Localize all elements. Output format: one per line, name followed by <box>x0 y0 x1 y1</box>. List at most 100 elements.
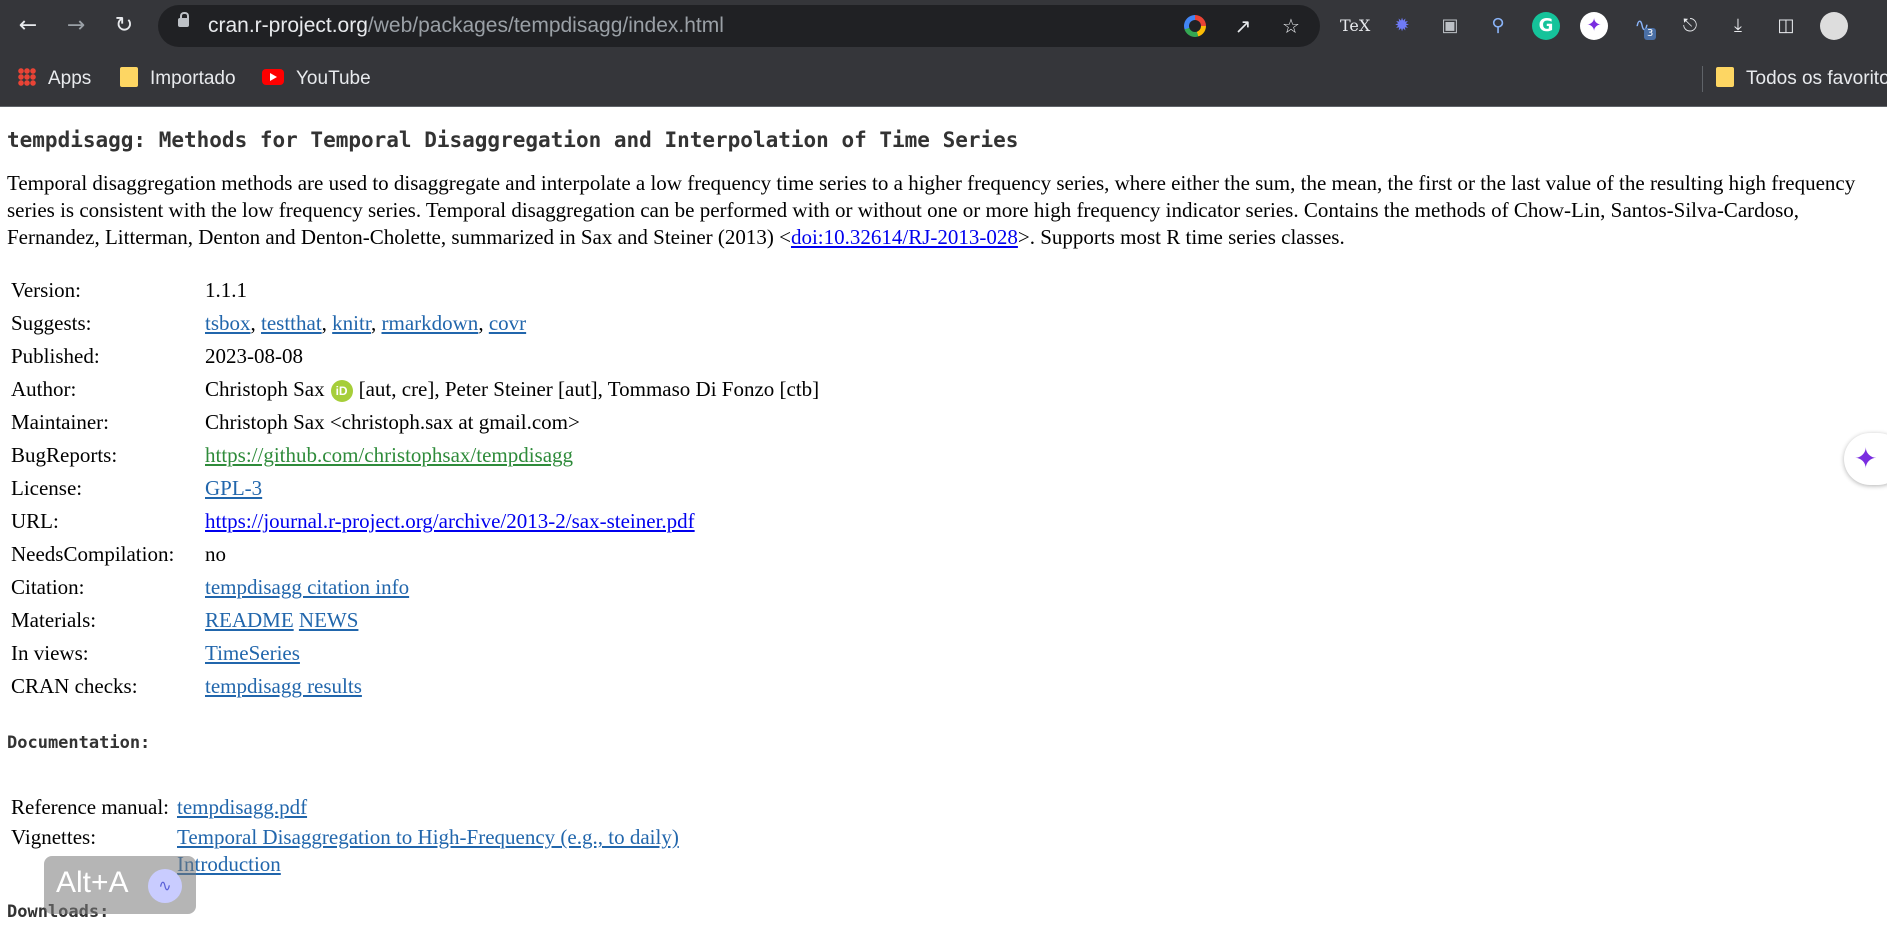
journal-url-link[interactable]: https://journal.r-project.org/archive/20… <box>205 509 695 533</box>
package-info-table: Version: 1.1.1 Suggests: tsbox, testthat,… <box>7 274 823 703</box>
reload-icon[interactable]: ↻ <box>108 10 140 42</box>
bookmark-star-icon[interactable]: ☆ <box>1278 13 1304 39</box>
docs-value: tempdisagg.pdf <box>173 791 683 824</box>
downloads-heading: Downloads: <box>7 902 1885 922</box>
license-link[interactable]: GPL-3 <box>205 476 262 500</box>
suggests-link-knitr[interactable]: knitr <box>332 311 371 335</box>
lock-icon[interactable] <box>178 12 189 27</box>
suggests-link-rmarkdown[interactable]: rmarkdown <box>382 311 479 335</box>
bookmark-label: YouTube <box>296 68 371 89</box>
bugreports-link[interactable]: https://github.com/christophsax/tempdisa… <box>205 443 573 467</box>
profile-avatar[interactable] <box>1820 12 1848 40</box>
info-value: tsbox, testthat, knitr, rmarkdown, covr <box>205 311 527 335</box>
sunburst-extension-icon[interactable]: ✹ <box>1388 12 1416 40</box>
doi-link[interactable]: doi:10.32614/RJ-2013-028 <box>791 225 1018 249</box>
page-title: tempdisagg: Methods for Temporal Disaggr… <box>7 128 1019 152</box>
news-link[interactable]: NEWS <box>299 608 359 632</box>
timeseries-view-link[interactable]: TimeSeries <box>205 641 300 665</box>
bookmark-label: Todos os favoritos <box>1746 68 1887 89</box>
suggests-link-tsbox[interactable]: tsbox <box>205 311 251 335</box>
search-extension-icon[interactable]: ⚲ <box>1484 12 1512 40</box>
info-label: CRAN checks: <box>11 674 138 698</box>
forward-arrow-icon[interactable]: → <box>60 10 92 42</box>
browser-toolbar: ← → ↻ cran.r-project.org/web/packages/te… <box>0 0 1887 52</box>
suggests-link-testthat[interactable]: testthat <box>261 311 322 335</box>
info-value: README NEWS <box>201 604 823 637</box>
bookmarks-divider <box>1702 66 1703 92</box>
citation-link[interactable]: tempdisagg citation info <box>205 575 409 599</box>
info-value: Christoph Sax <christoph.sax at gmail.co… <box>205 410 580 434</box>
reference-manual-link[interactable]: tempdisagg.pdf <box>177 795 307 819</box>
extension-badge: 3 <box>1644 28 1657 40</box>
url-host: cran.r-project.org <box>208 14 368 37</box>
docs-label: Reference manual: <box>11 795 169 819</box>
ai-sparkle-button[interactable]: ✦ <box>1844 433 1887 485</box>
info-label: Citation: <box>11 575 85 599</box>
info-label: Version: <box>11 278 81 302</box>
info-label: URL: <box>11 509 59 533</box>
back-arrow-icon[interactable]: ← <box>12 10 44 42</box>
info-label: License: <box>11 476 83 500</box>
docs-value: Temporal Disaggregation to High-Frequenc… <box>173 824 683 878</box>
folder-icon <box>120 66 138 87</box>
info-row-views: In views: TimeSeries <box>7 637 823 670</box>
cran-checks-link[interactable]: tempdisagg results <box>205 674 362 698</box>
info-row-url: URL: https://journal.r-project.org/archiv… <box>7 505 823 538</box>
info-value: https://github.com/christophsax/tempdisa… <box>201 439 823 472</box>
suggests-link-covr[interactable]: covr <box>489 311 526 335</box>
download-icon[interactable]: ⤓ <box>1724 12 1752 40</box>
ai-extension-icon[interactable]: ✦ <box>1580 12 1608 40</box>
info-label: Suggests: <box>11 311 92 335</box>
share-icon[interactable]: ↗ <box>1230 13 1256 39</box>
docs-row-manual: Reference manual: tempdisagg.pdf <box>7 791 683 824</box>
info-row-version: Version: 1.1.1 <box>7 274 823 307</box>
readme-link[interactable]: README <box>205 608 294 632</box>
info-value: https://journal.r-project.org/archive/20… <box>201 505 823 538</box>
extensions-puzzle-icon[interactable]: ⎋ <box>1676 12 1704 40</box>
info-value: tempdisagg citation info <box>201 571 823 604</box>
address-bar[interactable]: cran.r-project.org/web/packages/tempdisa… <box>158 5 1320 47</box>
url-text[interactable]: cran.r-project.org/web/packages/tempdisa… <box>208 5 724 47</box>
info-label: Maintainer: <box>11 410 109 434</box>
info-row-materials: Materials: README NEWS <box>7 604 823 637</box>
info-value: 1.1.1 <box>205 278 247 302</box>
info-row-maintainer: Maintainer: Christoph Sax <christoph.sax … <box>7 406 823 439</box>
folder-icon <box>1716 66 1734 87</box>
info-row-citation: Citation: tempdisagg citation info <box>7 571 823 604</box>
apps-grid-icon <box>18 67 36 86</box>
bookmark-all-favorites[interactable]: Todos os favoritos <box>1716 52 1887 106</box>
google-lens-icon[interactable] <box>1184 15 1206 37</box>
vignette-link-high-frequency[interactable]: Temporal Disaggregation to High-Frequenc… <box>177 825 679 849</box>
info-row-license: License: GPL-3 <box>7 472 823 505</box>
info-label: Author: <box>11 377 77 401</box>
info-value: 2023-08-08 <box>205 344 303 368</box>
tex-extension-icon[interactable]: TeX <box>1340 12 1370 40</box>
bookmark-apps[interactable]: Apps <box>18 52 91 106</box>
documentation-heading: Documentation: <box>7 733 151 753</box>
info-value: TimeSeries <box>201 637 823 670</box>
info-label: In views: <box>11 641 89 665</box>
grammarly-extension-icon[interactable]: G <box>1532 12 1560 40</box>
side-panel-icon[interactable]: ◫ <box>1772 12 1800 40</box>
bookmark-youtube[interactable]: YouTube <box>262 52 371 106</box>
screen-extension-icon[interactable]: ▣ <box>1436 12 1464 40</box>
info-label: Materials: <box>11 608 97 632</box>
bookmark-importado[interactable]: Importado <box>120 52 236 106</box>
info-row-suggests: Suggests: tsbox, testthat, knitr, rmarkd… <box>7 307 823 340</box>
author-name: Christoph Sax <box>205 376 325 401</box>
wave-extension-icon[interactable]: ∿ 3 <box>1628 12 1657 40</box>
page-content: tempdisagg: Methods for Temporal Disaggr… <box>7 106 1885 922</box>
info-row-published: Published: 2023-08-08 <box>7 340 823 373</box>
description-text-end: >. Supports most R time series classes. <box>1017 225 1345 249</box>
bookmark-label: Apps <box>48 68 92 89</box>
orcid-icon[interactable]: iD <box>330 380 353 403</box>
info-value: Christoph Sax iD [aut, cre], Peter Steiner… <box>201 373 823 406</box>
alt-a-shortcut-overlay[interactable]: Alt+A ∿ <box>44 856 196 914</box>
url-path: /web/packages/tempdisagg/index.html <box>367 14 724 37</box>
info-row-checks: CRAN checks: tempdisagg results <box>7 670 823 703</box>
sparkle-icon: ✦ <box>1854 442 1878 475</box>
bookmark-label: Importado <box>150 68 236 89</box>
info-row-needscompilation: NeedsCompilation: no <box>7 538 823 571</box>
voice-wave-icon: ∿ <box>148 869 182 903</box>
info-value: GPL-3 <box>201 472 823 505</box>
